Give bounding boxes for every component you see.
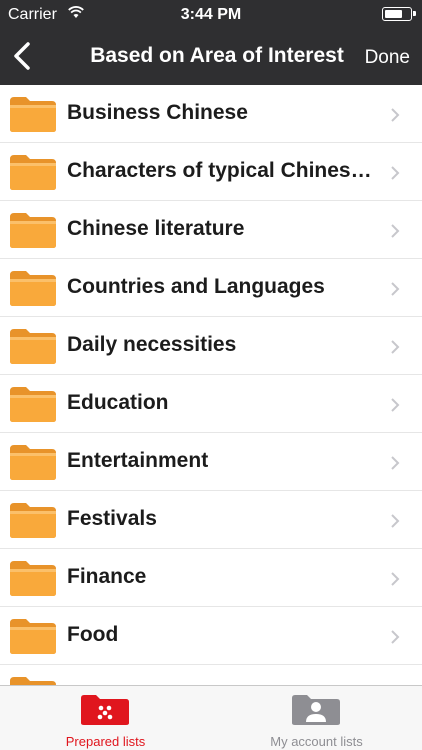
battery-icon [382, 7, 416, 21]
list-item-label: Business Chinese [67, 101, 248, 124]
status-time: 3:44 PM [180, 6, 242, 23]
list-item-label: Festivals [67, 507, 157, 530]
page-title: Based on Area of Interest [90, 44, 344, 67]
top-bar: Carrier 3:44 PM Based on Area of Interes… [0, 0, 422, 85]
list-item-partial[interactable] [0, 665, 422, 685]
list-item[interactable]: Business Chinese [0, 85, 422, 143]
folder-icon [10, 445, 56, 480]
chevron-right-icon [391, 630, 400, 644]
chevron-right-icon [391, 108, 400, 122]
list-item-label: Entertainment [67, 449, 209, 472]
category-list: Business Chinese Characters of typical C… [0, 85, 422, 685]
list-item-label: Education [67, 391, 169, 414]
list-item[interactable]: Characters of typical Chinese... [0, 143, 422, 201]
folder-icon [10, 387, 56, 422]
tab-my-account-lists[interactable]: My account lists [211, 686, 422, 750]
list-item[interactable]: Countries and Languages [0, 259, 422, 317]
tab-label: My account lists [270, 734, 363, 749]
list-item[interactable]: Finance [0, 549, 422, 607]
chevron-right-icon [391, 340, 400, 354]
status-bar: Carrier 3:44 PM [0, 0, 422, 28]
done-button[interactable]: Done [365, 47, 410, 69]
tab-bar: Prepared lists My account lists [0, 685, 422, 750]
chevron-right-icon [391, 456, 400, 470]
folder-icon [10, 503, 56, 538]
chevron-right-icon [391, 572, 400, 586]
list-item-label: Daily necessities [67, 333, 237, 356]
list-item[interactable]: Chinese literature [0, 201, 422, 259]
folder-icon [10, 677, 56, 685]
list-item[interactable]: Education [0, 375, 422, 433]
folder-icon [10, 213, 56, 248]
list-item[interactable]: Festivals [0, 491, 422, 549]
list-item[interactable]: Daily necessities [0, 317, 422, 375]
red-folder-icon [81, 695, 129, 725]
list-item-label: Finance [67, 565, 147, 588]
chevron-right-icon [391, 166, 400, 180]
folder-icon [10, 329, 56, 364]
user-folder-icon [292, 695, 340, 725]
list-item[interactable]: Food [0, 607, 422, 665]
list-item-label: Chinese literature [67, 217, 245, 240]
folder-icon [10, 561, 56, 596]
list-item-label: Countries and Languages [67, 275, 325, 298]
folder-icon [10, 619, 56, 654]
list-item[interactable]: Entertainment [0, 433, 422, 491]
tab-prepared-lists[interactable]: Prepared lists [0, 686, 211, 750]
navigation-bar: Based on Area of Interest Done [0, 28, 422, 85]
chevron-right-icon [391, 224, 400, 238]
chevron-right-icon [391, 514, 400, 528]
chevron-right-icon [391, 282, 400, 296]
list-item-label: Food [67, 623, 119, 646]
folder-icon [10, 271, 56, 306]
chevron-right-icon [391, 398, 400, 412]
folder-icon [10, 155, 56, 190]
tab-label: Prepared lists [65, 734, 146, 749]
list-item-label: Characters of typical Chinese... [67, 159, 372, 182]
folder-icon [10, 97, 56, 132]
